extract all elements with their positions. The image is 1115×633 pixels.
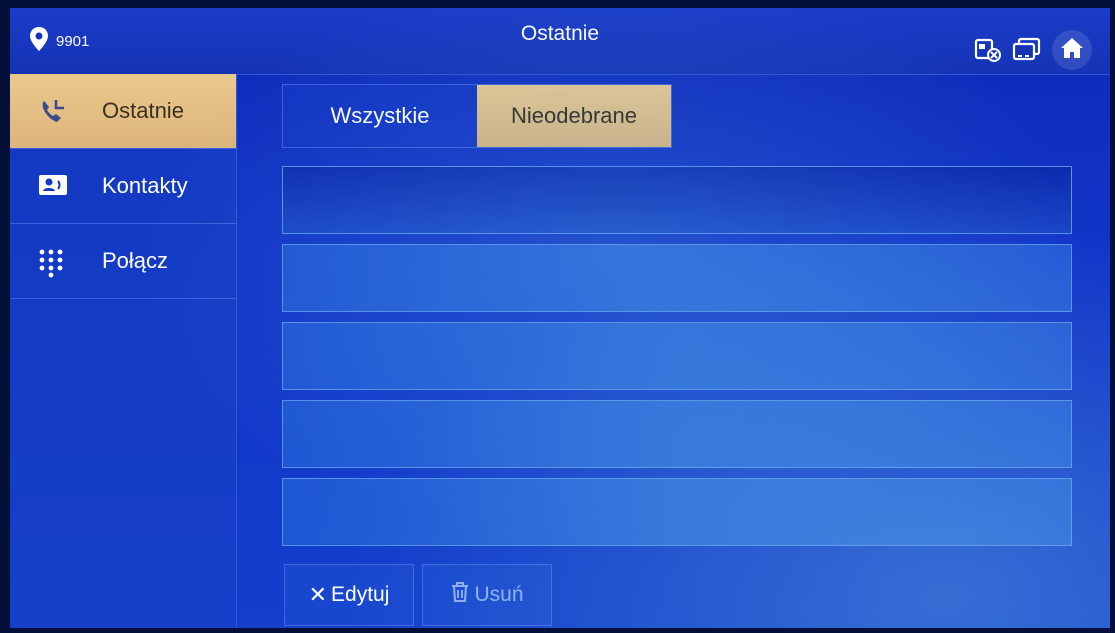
home-button[interactable] bbox=[1052, 30, 1092, 70]
edit-label: Edytuj bbox=[331, 583, 390, 606]
filter-tabs: Wszystkie Nieodebrane bbox=[282, 84, 672, 148]
intercom-screen: 9901 Ostatnie Ostatnie Kontakty Połącz W… bbox=[10, 8, 1110, 628]
delete-label: Usuń bbox=[474, 583, 524, 606]
sidebar-item-label: Połącz bbox=[102, 248, 169, 273]
recent-calls-icon bbox=[38, 98, 68, 130]
delete-button[interactable]: Usuń bbox=[422, 564, 552, 626]
tab-missed[interactable]: Nieodebrane bbox=[477, 85, 671, 147]
list-item[interactable] bbox=[282, 400, 1072, 468]
monitor-icon[interactable] bbox=[1012, 37, 1042, 63]
list-item[interactable] bbox=[282, 244, 1072, 312]
top-bar: 9901 Ostatnie bbox=[10, 8, 1110, 75]
contact-card-icon bbox=[38, 173, 68, 203]
sidebar: Ostatnie Kontakty Połącz bbox=[10, 74, 237, 628]
card-disabled-icon bbox=[974, 37, 1002, 63]
sidebar-item-label: Ostatnie bbox=[102, 98, 184, 123]
tab-all[interactable]: Wszystkie bbox=[283, 85, 477, 147]
dialpad-icon bbox=[38, 248, 64, 284]
sidebar-item-call[interactable]: Połącz bbox=[10, 224, 236, 299]
close-icon: ✕ bbox=[308, 582, 328, 607]
sidebar-item-contacts[interactable]: Kontakty bbox=[10, 149, 236, 224]
call-list bbox=[282, 166, 1072, 556]
list-item[interactable] bbox=[282, 478, 1072, 546]
page-title: Ostatnie bbox=[520, 22, 600, 45]
sidebar-item-recent[interactable]: Ostatnie bbox=[10, 74, 236, 149]
list-item[interactable] bbox=[282, 166, 1072, 234]
home-icon bbox=[1060, 37, 1084, 64]
list-item[interactable] bbox=[282, 322, 1072, 390]
trash-icon bbox=[450, 581, 470, 609]
action-bar: ✕ Edytuj Usuń bbox=[284, 564, 552, 626]
sidebar-item-label: Kontakty bbox=[102, 173, 188, 198]
edit-button[interactable]: ✕ Edytuj bbox=[284, 564, 414, 626]
